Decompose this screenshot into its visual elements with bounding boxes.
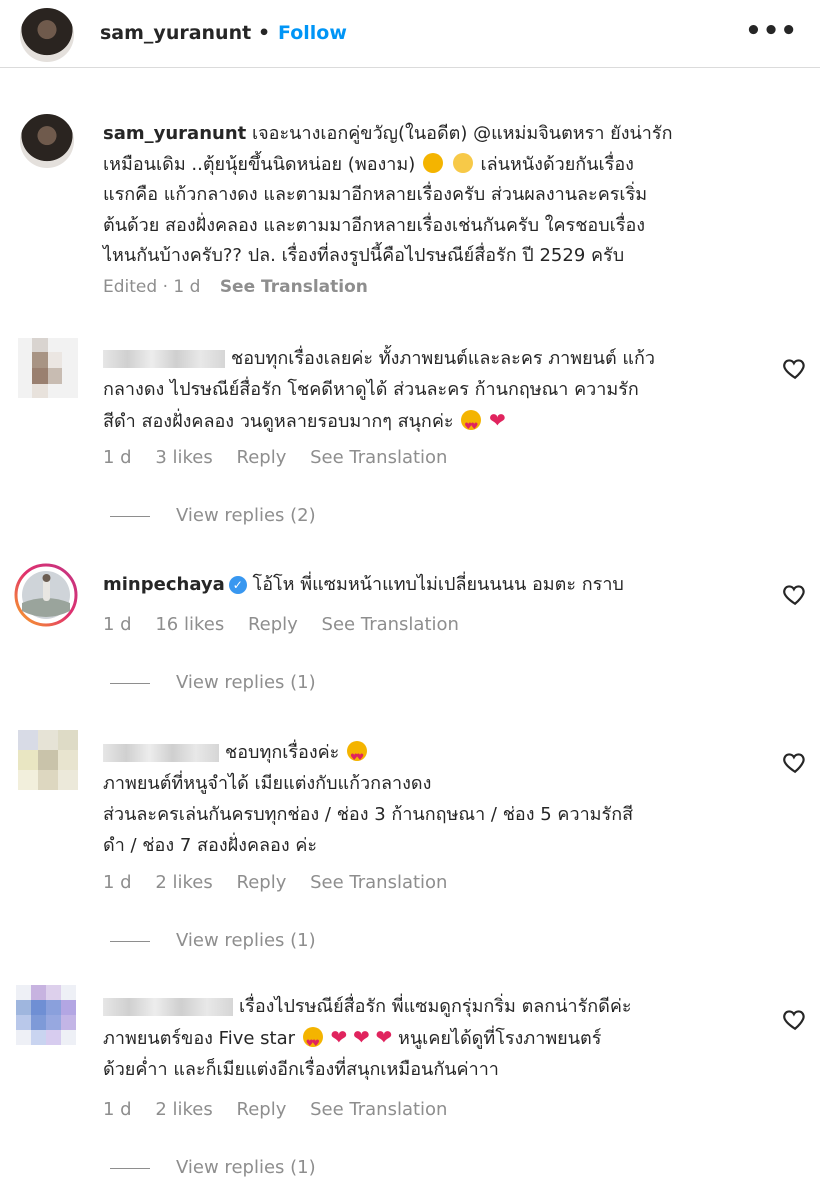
replies-line	[110, 1167, 150, 1169]
comment-text: minpechaya ✓ โอ้โห พี่แซมหน้าแทบไม่เปลี่ย…	[103, 574, 624, 595]
see-translation-button[interactable]: See Translation	[310, 447, 447, 468]
like-heart-icon[interactable]	[782, 355, 808, 381]
reply-button[interactable]: Reply	[237, 872, 287, 893]
red-heart-emoji-icon: ❤	[375, 1025, 393, 1049]
red-heart-emoji-icon: ❤	[330, 1025, 348, 1049]
view-replies-button[interactable]: View replies (1)	[110, 1157, 316, 1178]
author-avatar[interactable]	[20, 8, 74, 62]
separator-dot: •	[258, 22, 271, 44]
red-heart-emoji-icon: ❤	[353, 1025, 370, 1049]
reply-button[interactable]: Reply	[237, 447, 287, 468]
comment-avatar-blurred[interactable]	[18, 338, 78, 398]
see-translation-button[interactable]: See Translation	[310, 1099, 447, 1120]
like-heart-icon[interactable]	[782, 1006, 808, 1032]
caption-avatar[interactable]	[20, 114, 74, 168]
like-heart-icon[interactable]	[782, 581, 808, 607]
replies-line	[110, 682, 150, 684]
see-translation-button[interactable]: See Translation	[310, 872, 447, 893]
replies-line	[110, 515, 150, 517]
comment-meta: 1 d 2 likes Reply See Translation	[103, 872, 465, 893]
comment-time: 1 d	[103, 614, 132, 635]
comment-avatar-blurred[interactable]	[16, 985, 76, 1045]
caption-username[interactable]: sam_yuranunt	[103, 123, 246, 144]
like-heart-icon[interactable]	[782, 749, 808, 775]
comment-text: ชอบทุกเรื่องค่ะ ภาพยนต์ที่หนูจำได้ เมียแ…	[103, 737, 763, 861]
comment-likes[interactable]: 2 likes	[155, 1099, 212, 1120]
caption-see-translation[interactable]: See Translation	[220, 277, 368, 297]
minpechaya-avatar[interactable]	[14, 563, 78, 627]
comment-likes[interactable]: 3 likes	[155, 447, 212, 468]
author-username[interactable]: sam_yuranunt	[100, 22, 251, 44]
comment-meta: 1 d 2 likes Reply See Translation	[103, 1099, 465, 1120]
comment-likes[interactable]: 2 likes	[155, 872, 212, 893]
comment-time: 1 d	[103, 1099, 132, 1120]
verified-badge-icon: ✓	[228, 576, 247, 594]
follow-button[interactable]: Follow	[278, 22, 347, 44]
comment-username[interactable]: minpechaya	[103, 574, 225, 595]
caption-edited-time: Edited · 1 d	[103, 277, 201, 297]
reply-button[interactable]: Reply	[248, 614, 298, 635]
red-heart-emoji-icon: ❤	[489, 408, 506, 432]
heart-eyes-emoji-icon	[302, 1027, 323, 1060]
comment-text: เรื่องไปรษณีย์สื่อรัก พี่แซมดูกรุ่มกริ่ม…	[103, 991, 763, 1085]
view-replies-button[interactable]: View replies (1)	[110, 672, 316, 693]
comment-avatar-blurred[interactable]	[18, 730, 78, 790]
blurred-username[interactable]	[103, 998, 233, 1016]
reply-button[interactable]: Reply	[237, 1099, 287, 1120]
caption-text: sam_yuranunt เจอะนางเอกคู่ขวัญ(ในอดีต) @…	[103, 123, 673, 266]
comment-meta: 1 d 16 likes Reply See Translation	[103, 614, 477, 635]
comment-time: 1 d	[103, 447, 132, 468]
comment-time: 1 d	[103, 872, 132, 893]
blushing-emoji-icon	[452, 152, 473, 173]
view-replies-button[interactable]: View replies (2)	[110, 505, 316, 526]
see-translation-button[interactable]: See Translation	[322, 614, 459, 635]
blurred-username[interactable]	[103, 744, 219, 762]
tongue-emoji-icon	[423, 152, 444, 173]
comment-text: ชอบทุกเรื่องเลยค่ะ ทั้งภาพยนต์และละคร ภา…	[103, 343, 763, 443]
blurred-username[interactable]	[103, 350, 225, 368]
more-options-icon[interactable]: •••	[745, 16, 798, 46]
comment-meta: 1 d 3 likes Reply See Translation	[103, 447, 465, 468]
post-header: sam_yuranunt • Follow •••	[0, 0, 820, 68]
heart-eyes-emoji-icon	[461, 410, 482, 443]
view-replies-button[interactable]: View replies (1)	[110, 930, 316, 951]
caption-meta: Edited · 1 d See Translation	[103, 277, 382, 297]
heart-eyes-emoji-icon	[347, 741, 368, 774]
replies-line	[110, 940, 150, 942]
comment-likes[interactable]: 16 likes	[155, 614, 224, 635]
